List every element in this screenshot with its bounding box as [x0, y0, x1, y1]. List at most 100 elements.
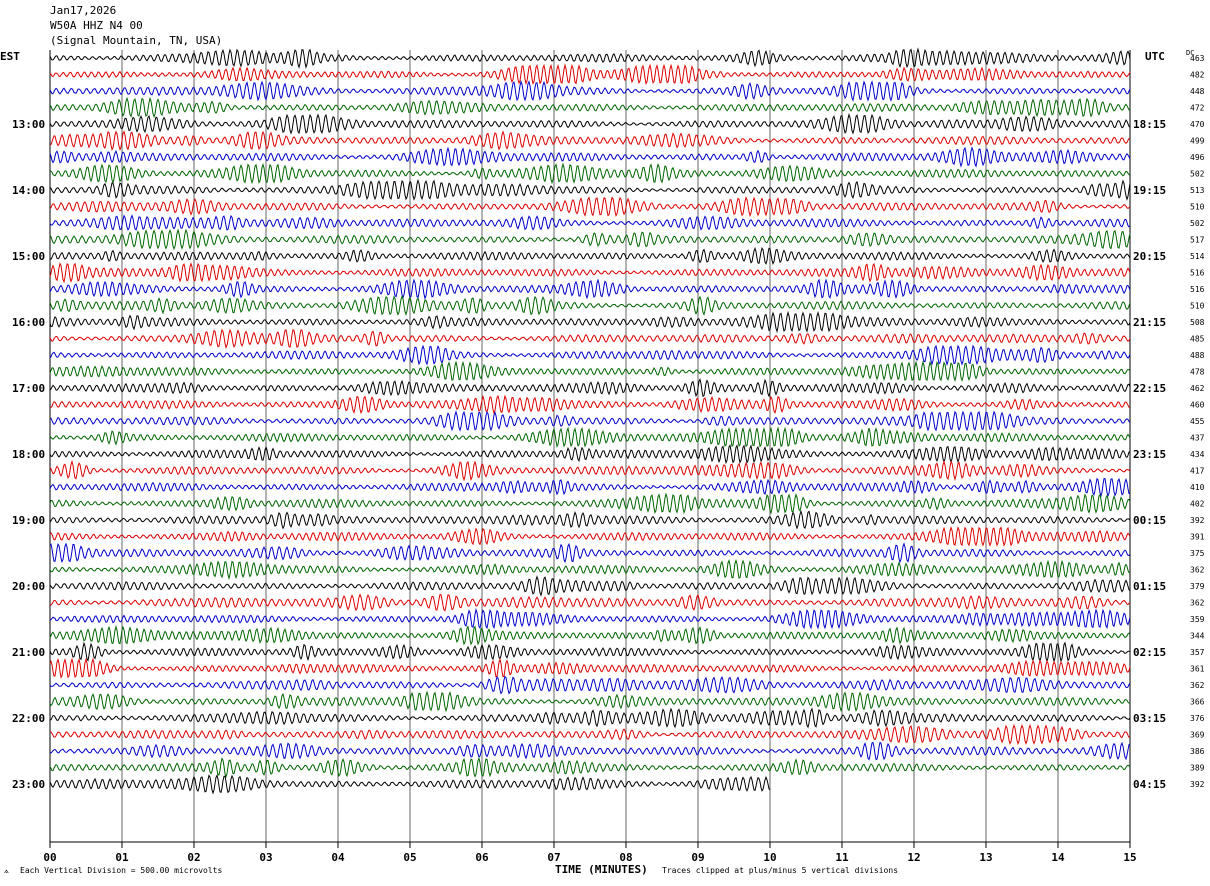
seismic-trace	[49, 179, 1131, 202]
dc-offset-label: 460	[1190, 401, 1205, 410]
dc-offset-label: 376	[1190, 714, 1205, 723]
seismic-trace	[49, 707, 1131, 729]
dc-offset-label: 362	[1190, 681, 1205, 690]
dc-offset-label: 502	[1190, 170, 1205, 179]
seismic-trace	[49, 162, 1131, 185]
clip-note: Traces clipped at plus/minus 5 vertical …	[662, 866, 899, 875]
seismic-trace	[49, 526, 1131, 547]
seismic-trace	[49, 492, 1131, 515]
helicorder-plot: 00 01 02 03 04 05 06 07 08 09 10 11 12 13 14 1546348244…	[12, 47, 1205, 864]
dc-offset-label: 516	[1190, 285, 1205, 294]
seismic-trace	[49, 723, 1131, 746]
dc-offset-label: 499	[1190, 137, 1205, 146]
seismic-trace	[49, 657, 1131, 679]
seismic-trace	[49, 295, 1131, 317]
seismic-trace	[49, 675, 1131, 695]
seismic-trace	[49, 624, 1131, 646]
dc-offset-label: 361	[1190, 665, 1205, 674]
dc-offset-label: 386	[1190, 747, 1205, 756]
x-tick-label: 01	[115, 851, 129, 864]
hour-label-utc: 18:15	[1133, 118, 1166, 131]
dc-offset-label: 488	[1190, 351, 1205, 360]
x-tick-label: 11	[835, 851, 849, 864]
seismic-trace	[49, 113, 1131, 135]
seismic-trace	[49, 575, 1131, 597]
dc-offset-label: 513	[1190, 186, 1205, 195]
seismic-trace	[49, 394, 1131, 415]
hour-label-est: 19:00	[12, 514, 45, 527]
seismic-trace	[49, 328, 1131, 350]
seismic-trace	[49, 96, 1131, 119]
dc-offset-label: 437	[1190, 434, 1205, 443]
x-tick-label: 10	[763, 851, 776, 864]
seismic-trace	[49, 278, 1131, 300]
dc-offset-label: 455	[1190, 417, 1205, 426]
dc-offset-label: 392	[1190, 516, 1205, 525]
dc-offset-label: 496	[1190, 153, 1205, 162]
x-tick-label: 09	[691, 851, 704, 864]
dc-offset-label: 508	[1190, 318, 1205, 327]
seismic-trace	[49, 542, 1131, 564]
dc-offset-label: 402	[1190, 500, 1205, 509]
dc-offset-label: 359	[1190, 615, 1205, 624]
dc-offset-label: 478	[1190, 368, 1205, 377]
hour-label-est: 16:00	[12, 316, 45, 329]
seismic-trace	[49, 756, 1131, 779]
hour-label-est: 18:00	[12, 448, 45, 461]
x-tick-label: 00	[43, 851, 56, 864]
seismic-trace	[49, 262, 1131, 284]
dc-offset-label: 514	[1190, 252, 1205, 261]
seismic-trace	[49, 741, 1131, 761]
seismic-trace	[49, 690, 1131, 713]
hour-label-est: 17:00	[12, 382, 45, 395]
dc-offset-label: 448	[1190, 87, 1205, 96]
x-tick-label: 13	[979, 851, 992, 864]
hour-label-utc: 20:15	[1133, 250, 1166, 263]
seismic-trace	[49, 426, 1131, 448]
seismic-trace	[49, 63, 1131, 86]
dc-offset-label: 417	[1190, 467, 1205, 476]
seismic-trace	[49, 360, 1131, 383]
dc-offset-label: 410	[1190, 483, 1205, 492]
dc-offset-label: 502	[1190, 219, 1205, 228]
seismic-trace	[49, 228, 1131, 251]
hour-label-utc: 00:15	[1133, 514, 1166, 527]
hour-label-utc: 22:15	[1133, 382, 1166, 395]
hour-label-utc: 19:15	[1133, 184, 1166, 197]
seismic-trace	[49, 477, 1130, 498]
hour-label-est: 14:00	[12, 184, 45, 197]
dc-offset-label: 482	[1190, 71, 1205, 80]
seismic-trace	[49, 641, 1131, 664]
hour-label-utc: 03:15	[1133, 712, 1166, 725]
dc-offset-label: 366	[1190, 698, 1205, 707]
footer-icon: ⟑	[4, 866, 9, 875]
seismic-trace	[49, 410, 1131, 432]
seismic-trace	[49, 593, 1131, 612]
dc-offset-label: 392	[1190, 780, 1205, 789]
seismic-trace	[49, 608, 1131, 630]
hour-label-est: 15:00	[12, 250, 45, 263]
hour-label-est: 13:00	[12, 118, 45, 131]
x-tick-label: 06	[475, 851, 489, 864]
dc-offset-label: 379	[1190, 582, 1205, 591]
dc-offset-label: 470	[1190, 120, 1205, 129]
hour-label-utc: 04:15	[1133, 778, 1166, 791]
seismic-trace	[49, 559, 1131, 581]
seismic-trace	[49, 310, 1131, 334]
dc-offset-label: 462	[1190, 384, 1205, 393]
hour-label-est: 22:00	[12, 712, 45, 725]
dc-offset-label: 369	[1190, 731, 1205, 740]
x-tick-label: 02	[187, 851, 200, 864]
dc-offset-label: 517	[1190, 236, 1205, 245]
hour-label-utc: 02:15	[1133, 646, 1166, 659]
hour-label-utc: 23:15	[1133, 448, 1166, 461]
dc-offset-label: 357	[1190, 648, 1205, 657]
dc-offset-label: 434	[1190, 450, 1205, 459]
hour-label-utc: 21:15	[1133, 316, 1166, 329]
seismic-trace	[49, 459, 1131, 482]
x-tick-label: 15	[1123, 851, 1136, 864]
seismic-trace	[49, 246, 1131, 265]
seismic-trace	[49, 130, 1131, 151]
seismic-trace	[49, 196, 1131, 218]
dc-offset-label: 510	[1190, 203, 1205, 212]
